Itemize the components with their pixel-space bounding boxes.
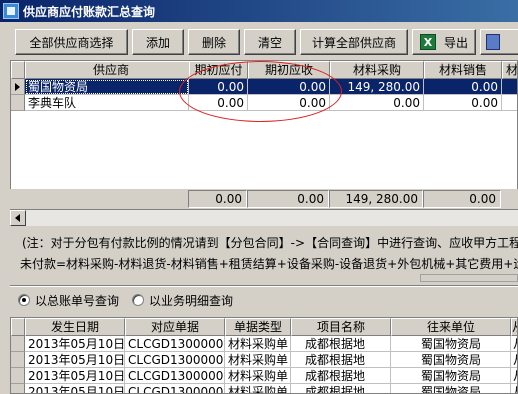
cell-opening-receivable[interactable]: 0.00 bbox=[248, 95, 330, 111]
col-header-next[interactable]: 材 bbox=[502, 61, 517, 79]
supplier-summary-grid[interactable]: 供应商 期初应付 期初应收 材料采购 材料销售 材 蜀国物资局 0.00 0.0… bbox=[10, 60, 518, 210]
cell-next[interactable]: 从 bbox=[511, 336, 517, 352]
cell-project[interactable]: 成都根据地 bbox=[291, 384, 391, 393]
cell-project[interactable]: 成都根据地 bbox=[291, 352, 391, 368]
row-indicator[interactable] bbox=[11, 384, 25, 393]
cell-date[interactable]: 2013年05月10日 bbox=[25, 368, 125, 384]
cell-date[interactable]: 2013年05月10日 bbox=[25, 352, 125, 368]
cell-document[interactable]: CLCGD130000004 bbox=[125, 368, 225, 384]
row-indicator[interactable] bbox=[11, 336, 25, 352]
cell-document[interactable]: CLCGD130000002 bbox=[125, 352, 225, 368]
radio-by-ledger-label: 以总账单号查询 bbox=[35, 293, 120, 308]
cell-opening-receivable[interactable]: 0.00 bbox=[248, 79, 330, 95]
export-button[interactable]: X 导出 bbox=[412, 29, 476, 55]
total-material-purchase: 149, 280.00 bbox=[329, 190, 423, 208]
cell-project[interactable]: 成都根据地 bbox=[291, 368, 391, 384]
window-title: 供应商应付账款汇总查询 bbox=[23, 4, 156, 19]
total-opening-receivable: 0.00 bbox=[247, 190, 329, 208]
title-bar: 供应商应付账款汇总查询 bbox=[0, 0, 518, 22]
total-opening-payable: 0.00 bbox=[188, 190, 247, 208]
cell-material-sales[interactable]: 0.00 bbox=[424, 79, 502, 95]
app-icon bbox=[3, 3, 19, 19]
cell-next[interactable] bbox=[502, 95, 517, 111]
col-header-document[interactable]: 对应单据 bbox=[125, 318, 225, 336]
cell-date[interactable]: 2013年05月10日 bbox=[25, 384, 125, 393]
row-indicator-current[interactable] bbox=[11, 79, 25, 95]
delete-button[interactable]: 删除 bbox=[188, 29, 240, 55]
cell-date[interactable]: 2013年05月10日 bbox=[25, 336, 125, 352]
add-button[interactable]: 添加 bbox=[132, 29, 184, 55]
col-header-opening-receivable[interactable]: 期初应收 bbox=[248, 61, 330, 79]
radio-by-detail-label: 以业务明细查询 bbox=[149, 293, 234, 308]
col-header-supplier[interactable]: 供应商 bbox=[25, 61, 197, 79]
cell-next[interactable] bbox=[502, 79, 517, 95]
cell-doc-type[interactable]: 材料采购单 bbox=[225, 336, 291, 352]
row-indicator-header bbox=[11, 318, 25, 336]
clear-button[interactable]: 清空 bbox=[244, 29, 296, 55]
exit-button[interactable] bbox=[480, 29, 518, 55]
cell-supplier[interactable]: 李典车队 bbox=[25, 95, 189, 111]
row-indicator-header bbox=[11, 61, 25, 79]
radio-by-ledger[interactable]: 以总账单号查询 bbox=[18, 291, 119, 309]
totals-row: 0.00 0.00 149, 280.00 0.00 bbox=[10, 189, 518, 209]
cell-next[interactable]: 从 bbox=[511, 368, 517, 384]
col-header-project[interactable]: 项目名称 bbox=[291, 318, 391, 336]
calc-all-suppliers-button[interactable]: 计算全部供应商 bbox=[300, 29, 408, 55]
col-header-opening-payable[interactable]: 期初应付 bbox=[189, 61, 248, 79]
cell-party[interactable]: 蜀国物资局 bbox=[391, 336, 511, 352]
cell-party[interactable]: 蜀国物资局 bbox=[391, 352, 511, 368]
row-indicator[interactable] bbox=[11, 368, 25, 384]
cell-document[interactable]: CLCGD130000003 bbox=[125, 384, 225, 393]
cell-doc-type[interactable]: 材料采购单 bbox=[225, 352, 291, 368]
cell-supplier[interactable]: 蜀国物资局 bbox=[25, 79, 189, 95]
toolbar: 全部供应商选择 添加 删除 清空 计算全部供应商 X 导出 bbox=[0, 22, 518, 58]
cell-party[interactable]: 蜀国物资局 bbox=[391, 368, 511, 384]
scroll-left-arrow-icon[interactable] bbox=[10, 210, 26, 226]
divider bbox=[10, 285, 518, 287]
select-all-suppliers-button[interactable]: 全部供应商选择 bbox=[15, 29, 128, 55]
export-label: 导出 bbox=[443, 35, 468, 50]
cell-doc-type[interactable]: 材料采购单 bbox=[225, 368, 291, 384]
row-indicator[interactable] bbox=[11, 95, 25, 111]
total-material-sales: 0.00 bbox=[423, 190, 501, 208]
cell-next[interactable]: 从 bbox=[511, 352, 517, 368]
row-indicator[interactable] bbox=[11, 352, 25, 368]
cell-document[interactable]: CLCGD130000001 bbox=[125, 336, 225, 352]
radio-unchecked-icon[interactable] bbox=[132, 294, 144, 306]
exit-icon bbox=[486, 34, 500, 50]
cell-material-purchase[interactable]: 149, 280.00 bbox=[330, 79, 424, 95]
col-header-doc-type[interactable]: 单据类型 bbox=[225, 318, 291, 336]
col-header-party[interactable]: 往来单位 bbox=[391, 318, 511, 336]
col-header-next[interactable]: 从 bbox=[511, 318, 517, 336]
col-header-date[interactable]: 发生日期 bbox=[25, 318, 125, 336]
cell-party[interactable]: 蜀国物资局 bbox=[391, 384, 511, 393]
cell-next[interactable]: 从 bbox=[511, 384, 517, 393]
cell-material-purchase[interactable]: 0.00 bbox=[330, 95, 424, 111]
detail-grid[interactable]: 发生日期 对应单据 单据类型 项目名称 往来单位 从 2013年05月10日 C… bbox=[10, 317, 518, 394]
cell-material-sales[interactable]: 0.00 bbox=[424, 95, 502, 111]
horizontal-scrollbar[interactable] bbox=[10, 210, 518, 226]
cell-opening-payable[interactable]: 0.00 bbox=[189, 79, 248, 95]
note-line-2: 未付款=材料采购-材料退货-材料销售+租赁结算+设备采购-设备退货+外包机械+其… bbox=[20, 257, 518, 271]
col-header-material-purchase[interactable]: 材料采购 bbox=[330, 61, 424, 79]
cell-opening-payable[interactable]: 0.00 bbox=[189, 95, 248, 111]
radio-checked-icon[interactable] bbox=[18, 294, 30, 306]
note-scrollbar[interactable] bbox=[420, 274, 518, 282]
note-line-1: (注：对于分包有付款比例的情况请到【分包合同】->【合同查询】中进行查询、应收甲… bbox=[22, 236, 518, 250]
col-header-material-sales[interactable]: 材料销售 bbox=[424, 61, 502, 79]
cell-doc-type[interactable]: 材料采购单 bbox=[225, 384, 291, 393]
excel-icon: X bbox=[419, 34, 436, 50]
radio-by-detail[interactable]: 以业务明细查询 bbox=[132, 291, 233, 309]
cell-project[interactable]: 成都根据地 bbox=[291, 336, 391, 352]
